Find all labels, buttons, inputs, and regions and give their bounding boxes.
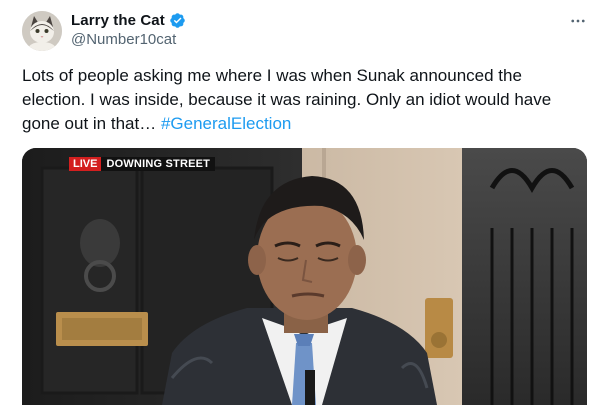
tweet-media[interactable]: LIVE DOWNING STREET bbox=[22, 148, 587, 405]
tweet-text: Lots of people asking me where I was whe… bbox=[22, 64, 582, 136]
author-handle[interactable]: @Number10cat bbox=[71, 31, 176, 48]
verified-badge-icon[interactable] bbox=[169, 12, 186, 29]
more-options-icon[interactable] bbox=[566, 12, 590, 30]
avatar[interactable] bbox=[22, 11, 62, 51]
media-image bbox=[22, 148, 587, 405]
live-label: LIVE bbox=[69, 157, 102, 171]
location-label: DOWNING STREET bbox=[101, 157, 216, 171]
author-name-row: Larry the Cat bbox=[71, 11, 186, 29]
live-badge: LIVE DOWNING STREET bbox=[69, 157, 216, 171]
cat-avatar-icon bbox=[22, 11, 62, 51]
author-display-name[interactable]: Larry the Cat bbox=[71, 12, 165, 29]
hashtag-link[interactable]: #GeneralElection bbox=[161, 114, 291, 133]
